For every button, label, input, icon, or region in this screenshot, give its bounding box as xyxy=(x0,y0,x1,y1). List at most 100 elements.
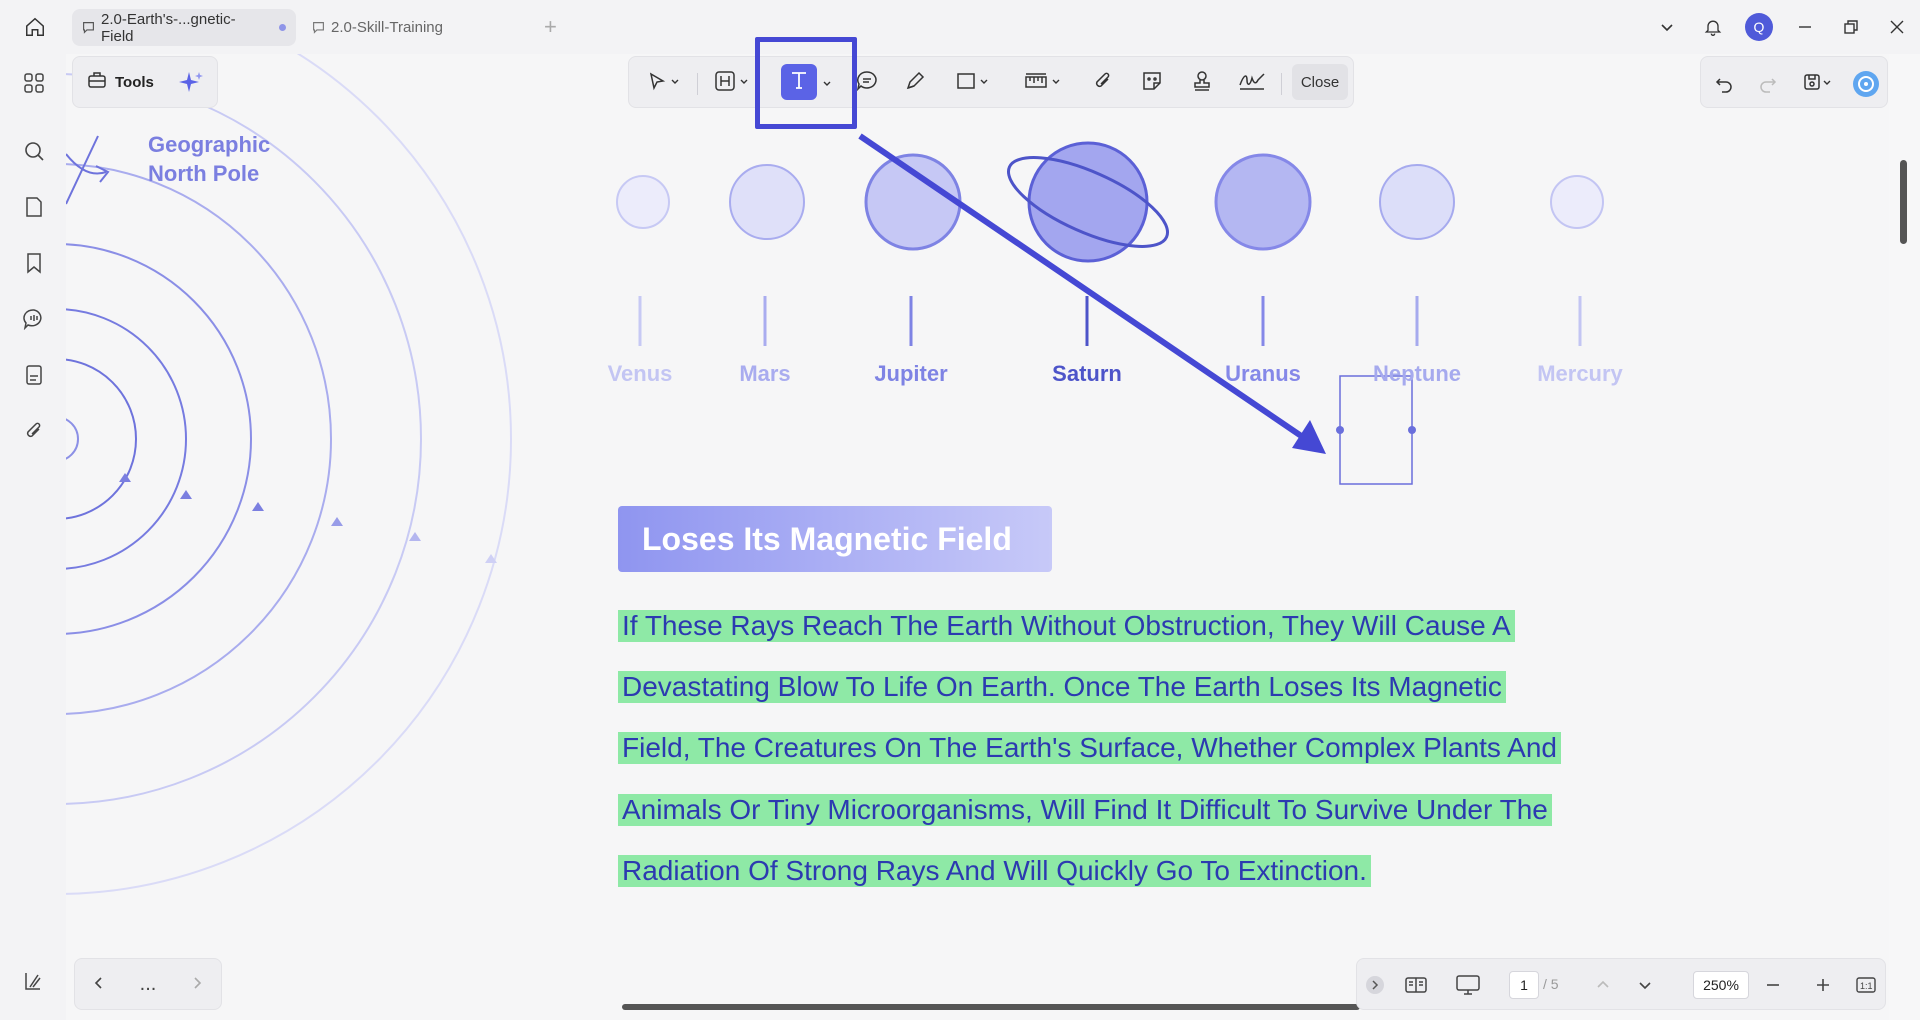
new-tab-plus-icon[interactable]: + xyxy=(544,14,557,40)
planet-label-jupiter: Jupiter xyxy=(874,361,948,386)
planets xyxy=(616,141,1604,263)
unsaved-dot-icon xyxy=(279,24,286,31)
toolbox-icon xyxy=(87,70,107,95)
presentation-icon[interactable] xyxy=(1453,971,1483,999)
paperclip-icon xyxy=(1093,70,1113,97)
zoom-out-icon[interactable] xyxy=(1761,971,1785,999)
current-page-input[interactable]: 1 xyxy=(1509,971,1539,999)
document-canvas[interactable]: Geographic North Pole Venus Mars Jupiter… xyxy=(66,54,1889,1020)
zoom-in-icon[interactable] xyxy=(1811,971,1835,999)
paperclip-icon[interactable] xyxy=(17,414,51,448)
undo-icon[interactable] xyxy=(1709,69,1739,99)
svg-text:1:1: 1:1 xyxy=(1860,981,1873,991)
grid-apps-icon[interactable] xyxy=(17,66,51,100)
chevron-left-icon[interactable] xyxy=(92,973,106,996)
measure-tool-button[interactable] xyxy=(1017,67,1067,99)
pencil-tool-button[interactable] xyxy=(900,67,930,99)
stamp-icon xyxy=(1191,70,1213,97)
zoom-level-input[interactable]: 250% xyxy=(1693,971,1749,999)
chevron-down-icon xyxy=(1051,74,1061,92)
attachments-panel-icon[interactable] xyxy=(17,358,51,392)
shape-tool-button[interactable] xyxy=(950,67,994,99)
paragraph-line-5[interactable]: Radiation Of Strong Rays And Will Quickl… xyxy=(618,855,1371,887)
toolbar-divider xyxy=(1281,73,1282,95)
chevron-right-icon[interactable] xyxy=(190,973,204,996)
paragraph-line-3[interactable]: Field, The Creatures On The Earth's Surf… xyxy=(618,732,1561,764)
geo-label-line2: North Pole xyxy=(148,161,260,186)
sidebar-toggle-icon[interactable] xyxy=(22,970,44,997)
title-bar: 2.0-Earth's-...gnetic-Field 2.0-Skill-Tr… xyxy=(0,0,1920,54)
signature-icon xyxy=(1238,70,1266,97)
new-text-box[interactable] xyxy=(1336,375,1416,485)
tab-skill-training[interactable]: 2.0-Skill-Training xyxy=(302,9,530,46)
chevron-down-icon xyxy=(1822,75,1832,93)
page-layout-icon[interactable] xyxy=(1401,971,1431,999)
tab-label: 2.0-Earth's-...gnetic-Field xyxy=(101,10,236,45)
stamp-tool-button[interactable] xyxy=(1187,67,1217,99)
magnetic-field-lines xyxy=(66,54,512,895)
pencil-icon xyxy=(904,70,926,97)
text-tool-highlight-annotation xyxy=(755,37,857,129)
ai-assistant-icon[interactable] xyxy=(1851,69,1881,99)
save-disk-icon xyxy=(1802,72,1822,97)
speech-bubble-icon xyxy=(856,70,878,97)
select-tool-button[interactable] xyxy=(641,67,685,99)
annotation-toolbar xyxy=(628,56,1354,108)
geo-label-line1: Geographic xyxy=(148,132,271,157)
more-options-button[interactable]: ... xyxy=(140,973,157,996)
window-controls: Q xyxy=(1644,8,1920,46)
left-sidebar xyxy=(0,54,66,1020)
bookmark-icon[interactable] xyxy=(17,246,51,280)
planet-label-uranus: Uranus xyxy=(1225,361,1301,386)
tab-earth-magnetic-field[interactable]: 2.0-Earth's-...gnetic-Field xyxy=(72,9,296,46)
rectangle-icon xyxy=(956,71,976,96)
horizontal-scrollbar[interactable] xyxy=(622,1004,1360,1010)
signature-tool-button[interactable] xyxy=(1235,67,1269,99)
minimize-icon[interactable] xyxy=(1782,8,1828,46)
page-total-label: / 5 xyxy=(1543,976,1559,992)
paragraph-line-1[interactable]: If These Rays Reach The Earth Without Ob… xyxy=(618,610,1515,642)
planet-label-mercury: Mercury xyxy=(1537,361,1623,386)
sticker-icon xyxy=(1141,70,1163,97)
expand-panel-icon[interactable] xyxy=(1363,971,1387,999)
bottom-left-nav: ... xyxy=(74,958,222,1010)
section-title: Loses Its Magnetic Field xyxy=(618,506,1052,572)
close-toolbar-button[interactable]: Close xyxy=(1292,64,1348,100)
comments-icon[interactable] xyxy=(17,302,51,336)
planet-label-neptune: Neptune xyxy=(1373,361,1461,386)
comment-icon xyxy=(82,21,95,34)
previous-page-icon[interactable] xyxy=(1591,971,1615,999)
next-page-icon[interactable] xyxy=(1633,971,1657,999)
user-avatar[interactable]: Q xyxy=(1736,8,1782,46)
sticker-tool-button[interactable] xyxy=(1137,67,1167,99)
page-thumbnail-icon[interactable] xyxy=(17,190,51,224)
paragraph-line-4[interactable]: Animals Or Tiny Microorganisms, Will Fin… xyxy=(618,794,1552,826)
comment-icon xyxy=(312,21,325,34)
vertical-scrollbar[interactable] xyxy=(1900,160,1907,244)
planet-label-venus: Venus xyxy=(607,361,673,386)
north-pole-axis xyxy=(66,135,110,205)
highlight-icon xyxy=(714,70,736,97)
restore-icon[interactable] xyxy=(1828,8,1874,46)
close-window-icon[interactable] xyxy=(1874,8,1920,46)
tools-label: Tools xyxy=(115,73,154,91)
home-icon[interactable] xyxy=(18,12,52,42)
ai-sparkle-icon[interactable] xyxy=(177,69,205,102)
right-toolbar xyxy=(1700,56,1888,108)
attach-tool-button[interactable] xyxy=(1088,67,1118,99)
highlight-tool-button[interactable] xyxy=(709,67,753,99)
planet-label-saturn: Saturn xyxy=(1052,361,1122,386)
redo-icon[interactable] xyxy=(1753,69,1783,99)
save-menu-button[interactable] xyxy=(1797,69,1837,99)
ruler-icon xyxy=(1024,71,1048,96)
tools-button[interactable]: Tools xyxy=(72,56,218,108)
actual-size-icon[interactable]: 1:1 xyxy=(1853,971,1879,999)
chevron-down-icon[interactable] xyxy=(1644,8,1690,46)
paragraph-line-2[interactable]: Devastating Blow To Life On Earth. Once … xyxy=(618,671,1506,703)
pdf-editor-app: 2.0-Earth's-...gnetic-Field 2.0-Skill-Tr… xyxy=(0,0,1920,1020)
search-icon[interactable] xyxy=(17,134,51,168)
tab-label: 2.0-Skill-Training xyxy=(331,19,443,36)
chevron-down-icon xyxy=(670,74,680,92)
bell-icon[interactable] xyxy=(1690,8,1736,46)
toolbar-divider xyxy=(697,73,698,95)
